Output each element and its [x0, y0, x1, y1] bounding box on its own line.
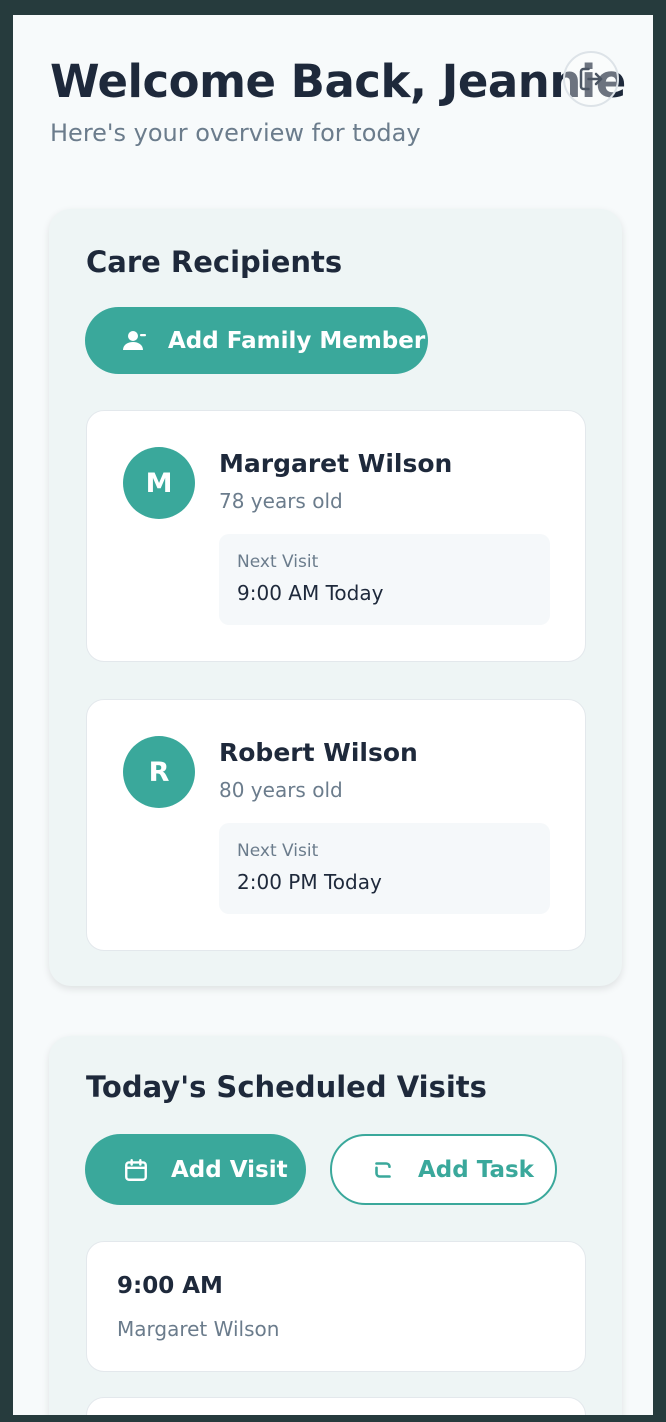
scheduled-visits-section: Today's Scheduled Visits Add Visit Add T…	[49, 1036, 622, 1415]
recipient-name: Margaret Wilson	[219, 449, 453, 478]
person-add-icon	[122, 330, 146, 352]
recipient-name: Robert Wilson	[219, 738, 418, 767]
add-visit-button[interactable]: Add Visit	[85, 1134, 306, 1205]
scheduled-visit-card[interactable]: 9:00 AM Margaret Wilson	[86, 1241, 586, 1372]
calendar-icon	[123, 1157, 149, 1183]
recipient-age: 80 years old	[219, 778, 343, 802]
next-visit-box: Next Visit 2:00 PM Today	[219, 823, 550, 914]
recipient-card[interactable]: M Margaret Wilson 78 years old Next Visi…	[86, 410, 586, 662]
page-title: Welcome Back, Jeannie	[50, 55, 626, 108]
next-visit-value: 2:00 PM Today	[237, 870, 382, 894]
next-visit-value: 9:00 AM Today	[237, 581, 384, 605]
care-recipients-title: Care Recipients	[86, 245, 343, 279]
add-task-label: Add Task	[418, 1156, 534, 1183]
next-visit-label: Next Visit	[237, 841, 319, 861]
scheduled-visit-card[interactable]	[86, 1397, 586, 1415]
avatar: M	[123, 447, 195, 519]
visit-recipient-name: Margaret Wilson	[117, 1317, 280, 1341]
welcome-header: Welcome Back, Jeannie Here's your overvi…	[50, 55, 630, 147]
next-visit-box: Next Visit 9:00 AM Today	[219, 534, 550, 625]
add-family-member-label: Add Family Member	[168, 327, 426, 354]
task-icon	[370, 1157, 396, 1183]
next-visit-label: Next Visit	[237, 552, 319, 572]
add-family-member-button[interactable]: Add Family Member	[85, 307, 428, 374]
scheduled-visits-title: Today's Scheduled Visits	[86, 1070, 487, 1104]
app-screen: Welcome Back, Jeannie Here's your overvi…	[13, 15, 653, 1415]
recipient-card[interactable]: R Robert Wilson 80 years old Next Visit …	[86, 699, 586, 951]
recipient-age: 78 years old	[219, 489, 343, 513]
logout-button[interactable]	[563, 51, 619, 107]
add-visit-label: Add Visit	[171, 1156, 288, 1183]
page-subtitle: Here's your overview for today	[50, 119, 421, 147]
care-recipients-section: Care Recipients Add Family Member M Marg…	[49, 209, 622, 986]
logout-icon	[576, 64, 606, 94]
avatar: R	[123, 736, 195, 808]
add-task-button[interactable]: Add Task	[330, 1134, 557, 1205]
visit-time: 9:00 AM	[117, 1273, 223, 1299]
